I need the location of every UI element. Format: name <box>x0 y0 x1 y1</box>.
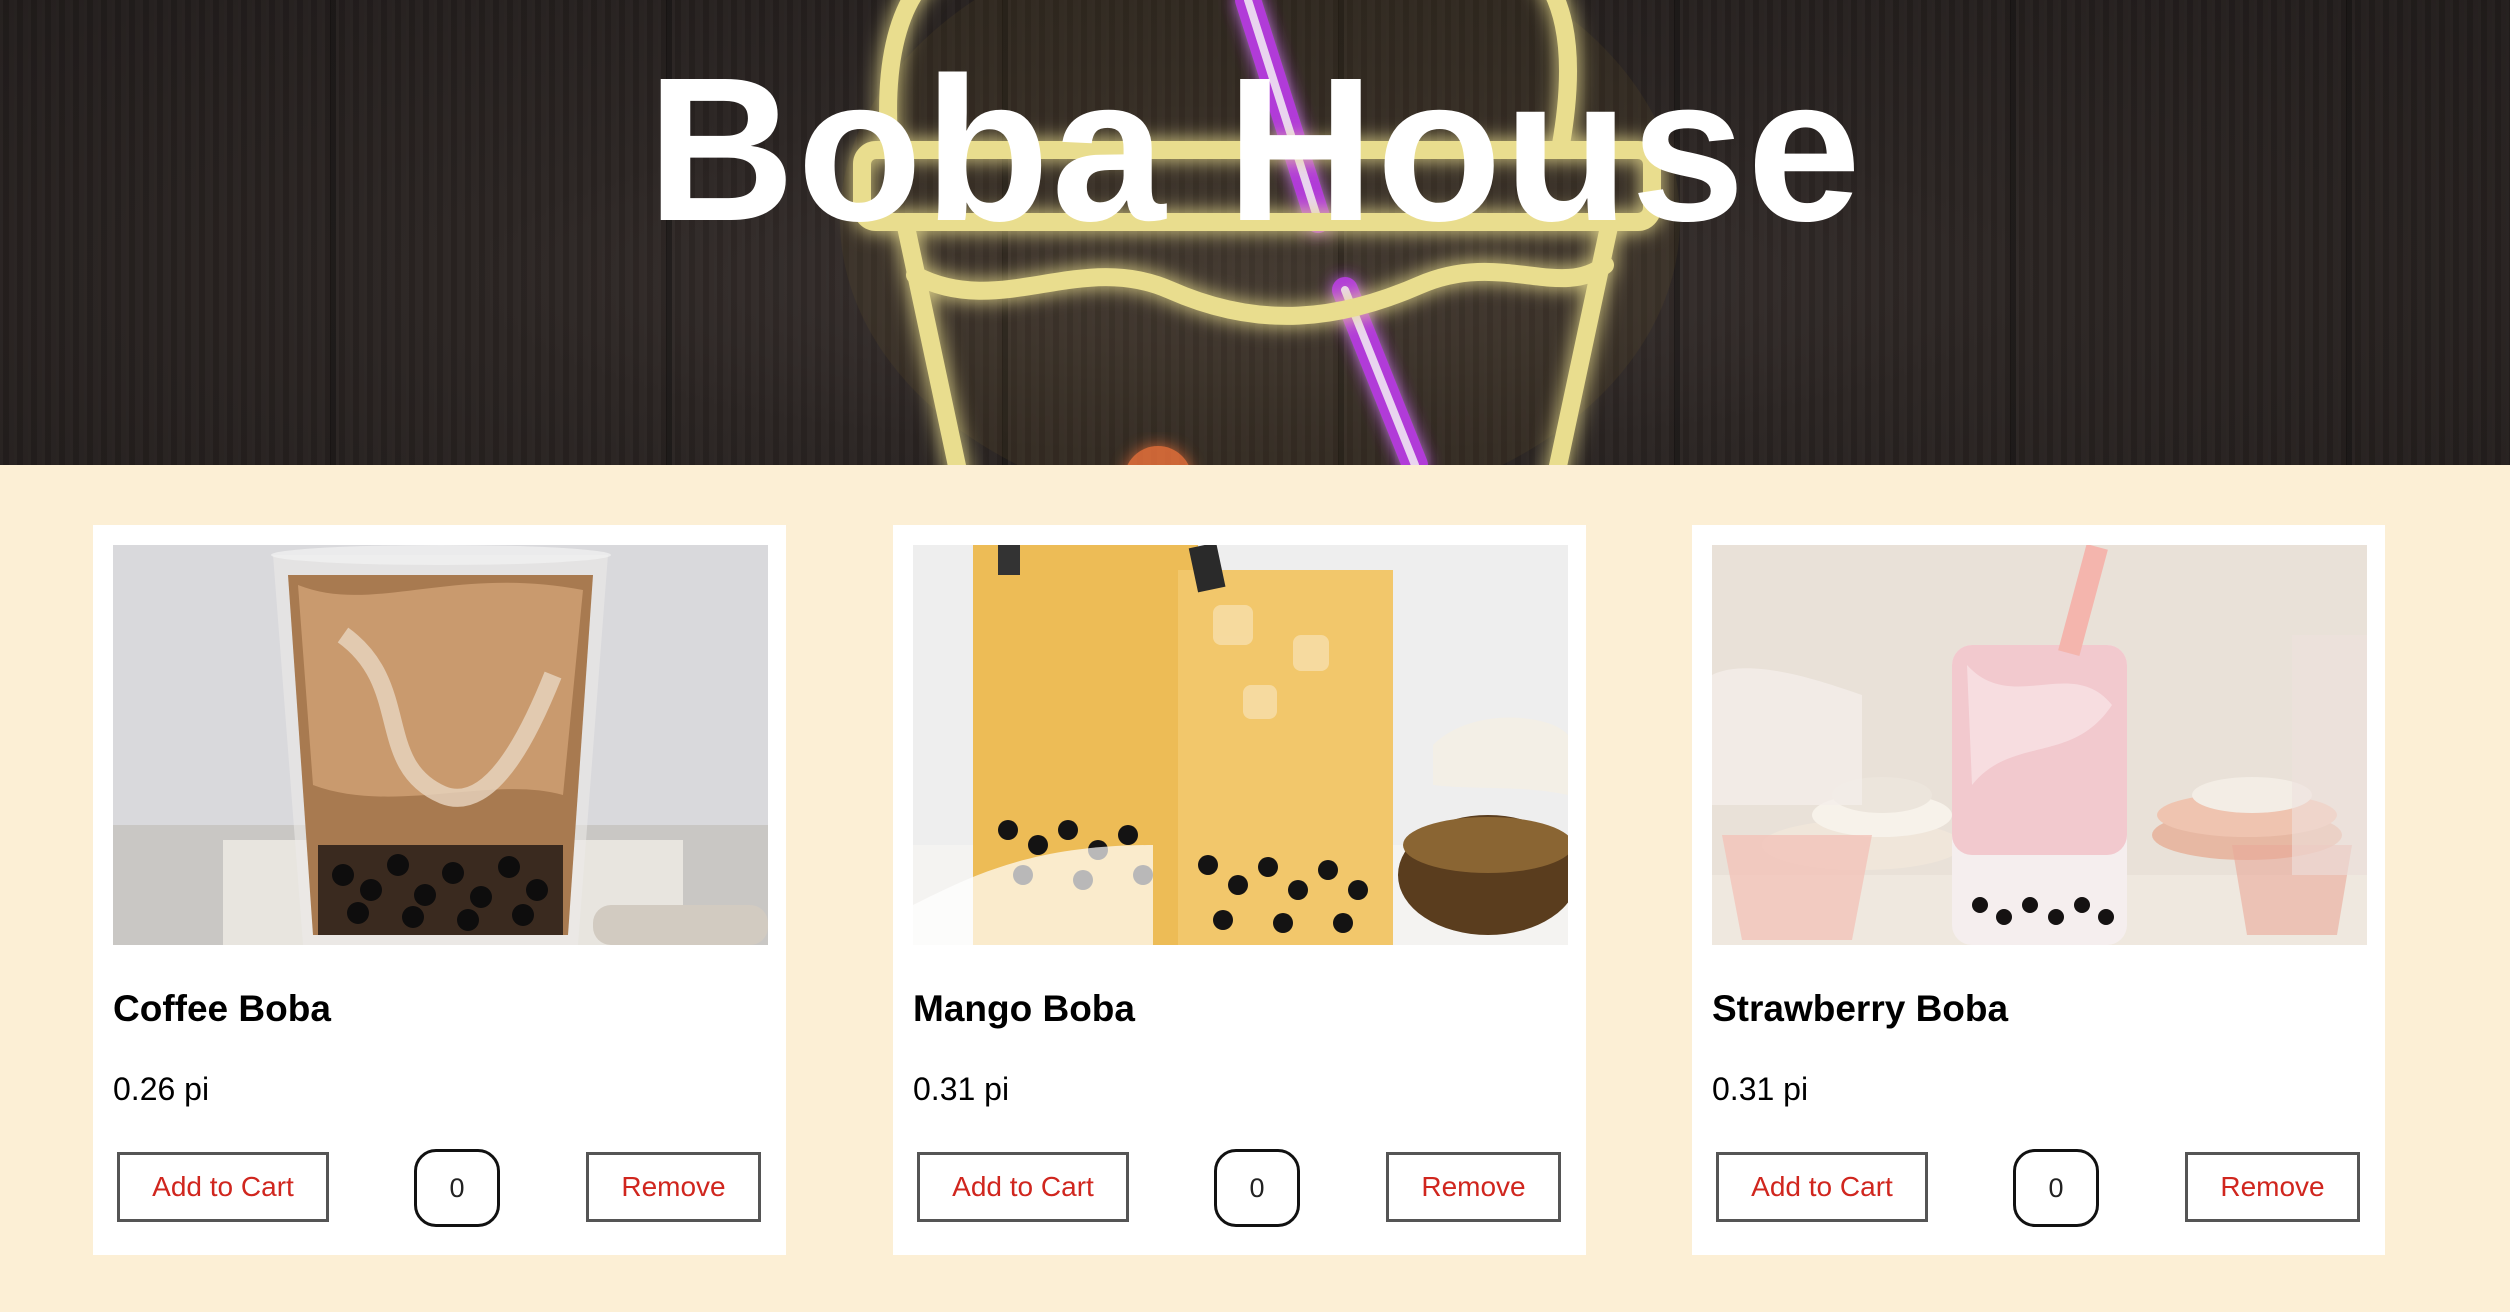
remove-button[interactable]: Remove <box>586 1152 761 1222</box>
product-name: Strawberry Boba <box>1712 988 2009 1029</box>
add-to-cart-button[interactable]: Add to Cart <box>117 1152 329 1222</box>
page-title: Boba House <box>647 35 1863 264</box>
remove-button[interactable]: Remove <box>2185 1152 2360 1222</box>
product-price: 0.31 pi <box>913 1071 1010 1107</box>
product-card-strawberry-boba: Strawberry Boba 0.31 pi Add to Cart 0 Re… <box>1692 525 2385 1255</box>
product-card-coffee-boba: Coffee Boba 0.26 pi Add to Cart 0 Remove <box>93 525 786 1255</box>
add-to-cart-button[interactable]: Add to Cart <box>1716 1152 1928 1222</box>
add-to-cart-button[interactable]: Add to Cart <box>917 1152 1129 1222</box>
product-price: 0.26 pi <box>113 1071 210 1107</box>
strawberry-boba-photo <box>1712 545 2367 945</box>
quantity-counter: 0 <box>2013 1149 2099 1227</box>
product-price: 0.31 pi <box>1712 1071 1809 1107</box>
quantity-counter: 0 <box>1214 1149 1300 1227</box>
hero-banner: Boba House <box>0 0 2510 465</box>
quantity-counter: 0 <box>414 1149 500 1227</box>
mango-boba-photo <box>913 545 1568 945</box>
product-card-mango-boba: Mango Boba 0.31 pi Add to Cart 0 Remove <box>893 525 1586 1255</box>
coffee-boba-photo <box>113 545 768 945</box>
product-name: Mango Boba <box>913 988 1135 1029</box>
product-name: Coffee Boba <box>113 988 331 1029</box>
remove-button[interactable]: Remove <box>1386 1152 1561 1222</box>
